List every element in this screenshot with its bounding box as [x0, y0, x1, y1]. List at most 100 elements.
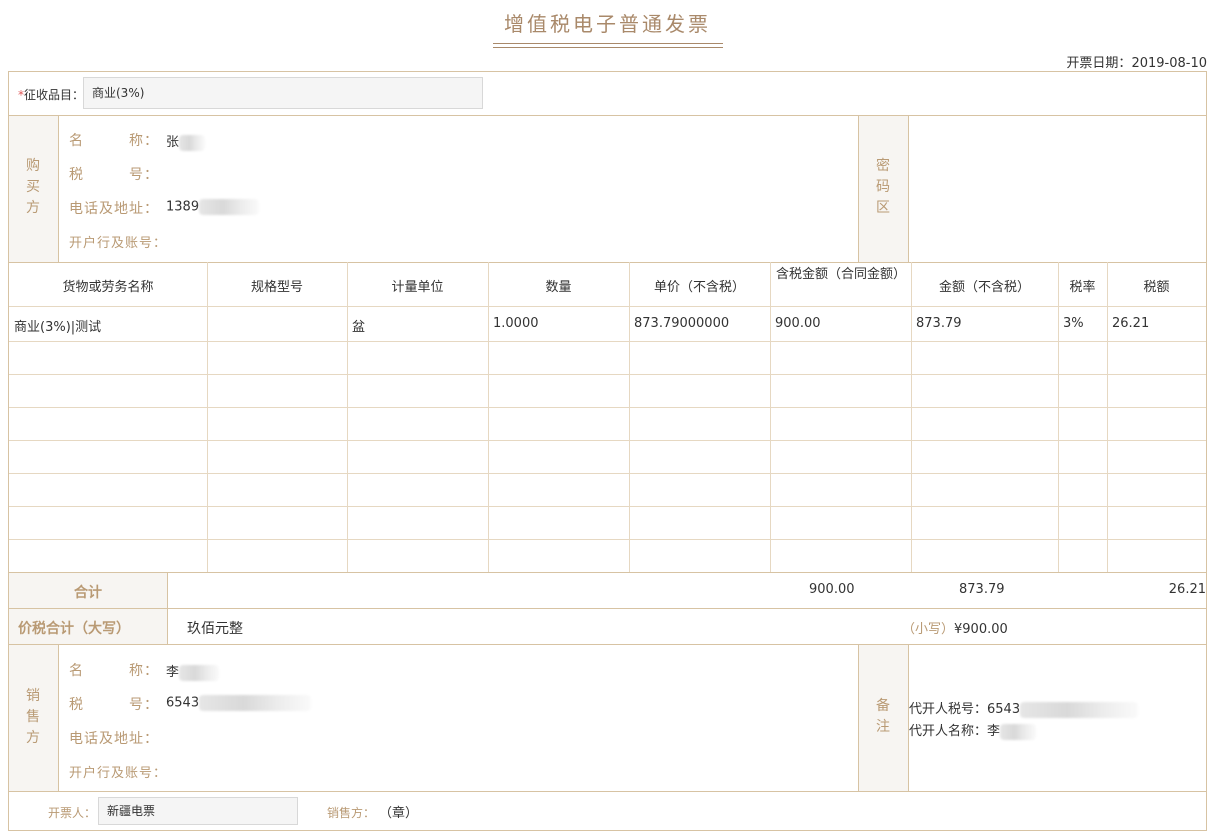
cipher-side-label: 密 码 区 — [859, 156, 907, 219]
side-char: 销 — [26, 688, 40, 704]
redacted-blur — [1020, 701, 1139, 718]
col-header-price: 单价（不含税） — [653, 280, 745, 295]
divider — [9, 608, 1206, 609]
col-header-amount-with-tax: 含税金额（合同金额） — [775, 267, 906, 282]
col-header-rate: 税率 — [1069, 280, 1096, 295]
side-char: 方 — [26, 200, 40, 216]
agent-name-value: 李 — [987, 724, 1001, 739]
row-divider — [9, 473, 1206, 474]
cell-amount-with-tax: 900.00 — [775, 316, 821, 331]
seal-text: （章） — [379, 806, 419, 821]
seller-tax-value: 6543 — [166, 695, 312, 711]
col-divider — [347, 262, 348, 572]
seller-tax-text: 6543 — [166, 695, 200, 711]
seller-name-label: 名 称： — [69, 663, 159, 679]
category-label: *征收品目： — [18, 86, 84, 103]
col-divider — [1107, 262, 1108, 572]
col-header-qty: 数量 — [545, 280, 572, 295]
agent-name: 代开人名称：李 — [909, 720, 1037, 740]
col-divider — [1058, 262, 1059, 572]
col-divider — [488, 262, 489, 572]
divider — [9, 115, 1206, 116]
invoice-frame: *征收品目： 商业(3%) 购 买 方 名 称： 张 税 号： 电话及地址： 1… — [8, 71, 1207, 831]
date-value: 2019-08-10 — [1131, 56, 1207, 71]
totals-amount-with-tax: 900.00 — [809, 582, 855, 597]
divider — [9, 644, 1206, 645]
divider — [9, 791, 1206, 792]
row-divider — [9, 341, 1206, 342]
side-char: 售 — [26, 709, 40, 725]
divider — [58, 115, 59, 262]
seller-sign-label: 销售方： — [327, 806, 376, 820]
cell-rate: 3% — [1063, 316, 1084, 331]
buyer-name-value: 张 — [166, 131, 206, 151]
title-underline — [493, 43, 723, 44]
col-header-amount: 金额（不含税） — [938, 280, 1030, 295]
divider — [908, 644, 909, 791]
side-char: 区 — [876, 200, 890, 216]
side-char: 注 — [876, 719, 890, 735]
agent-tax-value: 6543 — [987, 702, 1021, 717]
cell-name: 商业(3%)|测试 — [14, 320, 102, 335]
redacted-blur — [179, 134, 206, 151]
row-divider — [9, 539, 1206, 540]
row-divider — [9, 374, 1206, 375]
cell-tax: 26.21 — [1112, 316, 1150, 331]
divider — [9, 262, 1206, 263]
col-header-name: 货物或劳务名称 — [62, 280, 154, 295]
seller-addr-label: 电话及地址： — [69, 731, 159, 747]
invoice-title: 增值税电子普通发票 — [504, 12, 711, 36]
seller-name-value: 李 — [166, 661, 220, 681]
divider — [908, 115, 909, 262]
side-char: 方 — [26, 730, 40, 746]
col-header-spec: 规格型号 — [250, 280, 303, 295]
side-char: 买 — [26, 179, 40, 195]
side-char: 码 — [876, 179, 890, 195]
buyer-addr-value: 1389 — [166, 199, 260, 215]
col-header-tax: 税额 — [1143, 280, 1170, 295]
col-divider — [911, 262, 912, 572]
agent-tax: 代开人税号：6543 — [909, 698, 1139, 718]
cell-unit: 盆 — [352, 320, 366, 335]
small-label: （小写） — [902, 622, 955, 637]
buyer-addr-label: 电话及地址： — [69, 201, 159, 217]
redacted-blur — [199, 199, 260, 215]
row-divider — [9, 306, 1206, 307]
grand-total-words: 玖佰元整 — [187, 621, 243, 637]
redacted-blur — [1000, 723, 1037, 740]
buyer-name-text: 张 — [166, 135, 180, 150]
agent-tax-label: 代开人税号： — [909, 702, 988, 717]
buyer-name-label: 名 称： — [69, 133, 159, 149]
agent-name-label: 代开人名称： — [909, 724, 988, 739]
row-divider — [9, 407, 1206, 408]
seller-tax-label: 税 号： — [69, 697, 159, 713]
totals-tax: 26.21 — [1168, 582, 1206, 597]
cell-price: 873.79000000 — [634, 316, 730, 331]
remarks-side-label: 备 注 — [859, 696, 907, 738]
totals-amount: 873.79 — [959, 582, 1005, 597]
title-underline-2 — [493, 47, 723, 48]
cell-amount: 873.79 — [916, 316, 962, 331]
totals-label: 合计 — [74, 585, 102, 601]
row-divider — [9, 506, 1206, 507]
cell-qty: 1.0000 — [493, 316, 539, 331]
issuer-input[interactable]: 新疆电票 — [98, 797, 298, 825]
buyer-bank-label: 开户行及账号： — [69, 236, 168, 251]
issuer-label: 开票人： — [48, 806, 97, 820]
divider — [58, 644, 59, 791]
grand-total-label: 价税合计（大写） — [18, 621, 130, 637]
buyer-tax-label: 税 号： — [69, 167, 159, 183]
col-header-unit: 计量单位 — [391, 280, 444, 295]
date-label: 开票日期： — [1066, 56, 1132, 71]
side-char: 购 — [26, 158, 40, 174]
redacted-blur — [179, 664, 220, 681]
grand-total-small: （小写）¥900.00 — [902, 618, 1008, 637]
side-char: 密 — [876, 158, 890, 174]
seller-name-text: 李 — [166, 665, 180, 680]
invoice-date: 开票日期：2019-08-10 — [1066, 52, 1207, 71]
col-divider — [207, 262, 208, 572]
redacted-blur — [199, 695, 312, 711]
seller-side-label: 销 售 方 — [9, 686, 57, 749]
small-value: ¥900.00 — [954, 622, 1008, 637]
category-input[interactable]: 商业(3%) — [83, 77, 483, 109]
